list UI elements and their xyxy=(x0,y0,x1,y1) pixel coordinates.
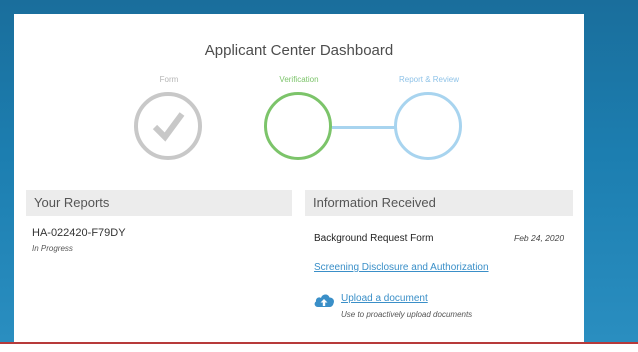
step-circle-report-review xyxy=(394,92,462,160)
checkmark-icon xyxy=(152,112,185,142)
step-label-report-review: Report & Review xyxy=(398,75,460,84)
upload-hint: Use to proactively upload documents xyxy=(341,310,473,319)
step-label-form: Form xyxy=(159,75,179,84)
info-item-date: Feb 24, 2020 xyxy=(514,233,565,243)
upload-document-link[interactable]: Upload a document xyxy=(341,293,428,304)
page-title: Applicant Center Dashboard xyxy=(204,42,394,59)
info-item-name: Background Request Form xyxy=(314,233,434,244)
step-circle-form xyxy=(134,92,202,160)
dashboard-panel: Applicant Center Dashboard Form Verifica… xyxy=(14,14,584,342)
step-label-verification: Verification xyxy=(279,75,319,84)
information-received-header: Information Received xyxy=(305,190,573,216)
cloud-upload-icon[interactable] xyxy=(313,292,335,308)
report-id[interactable]: HA-022420-F79DY xyxy=(32,227,126,239)
report-status: In Progress xyxy=(32,244,73,253)
your-reports-header: Your Reports xyxy=(26,190,292,216)
step-connector xyxy=(332,126,396,129)
bottom-rule xyxy=(0,342,638,344)
step-circle-verification xyxy=(264,92,332,160)
screening-disclosure-link[interactable]: Screening Disclosure and Authorization xyxy=(314,262,489,273)
